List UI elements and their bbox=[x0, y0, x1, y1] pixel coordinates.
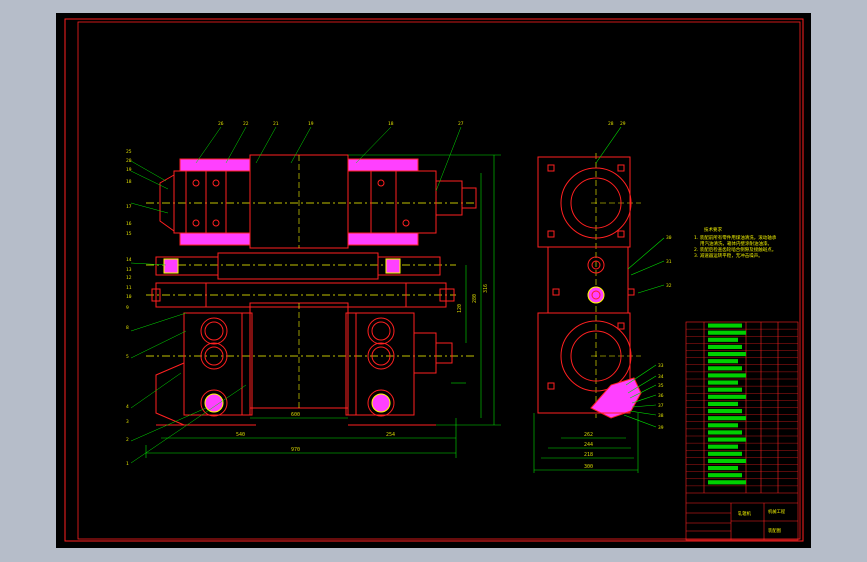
svg-text:1. 装配前所有零件用煤油清洗，滚动轴承: 1. 装配前所有零件用煤油清洗，滚动轴承 bbox=[694, 234, 777, 241]
parts-list-entry bbox=[708, 416, 746, 421]
parts-list-entry bbox=[708, 430, 742, 435]
dim-120: 120 bbox=[457, 304, 463, 313]
parts-list-entry bbox=[708, 437, 746, 442]
parts-list-entry bbox=[708, 480, 746, 485]
svg-text:4: 4 bbox=[126, 404, 129, 410]
dim-300: 300 bbox=[584, 464, 593, 470]
dim-254: 254 bbox=[386, 432, 395, 438]
dim-540: 540 bbox=[236, 432, 245, 438]
svg-text:30: 30 bbox=[666, 235, 672, 241]
title-sheet: 装配图 bbox=[768, 527, 781, 534]
dim-600: 600 bbox=[291, 412, 300, 418]
svg-text:14: 14 bbox=[126, 257, 132, 263]
parts-list-entry bbox=[708, 366, 742, 371]
svg-text:37: 37 bbox=[658, 403, 664, 409]
svg-text:2: 2 bbox=[126, 437, 129, 443]
parts-list-entry bbox=[708, 373, 746, 378]
svg-text:19: 19 bbox=[308, 121, 314, 127]
svg-text:5: 5 bbox=[126, 354, 129, 360]
parts-list-entry bbox=[708, 344, 742, 349]
parts-list-entry bbox=[708, 444, 738, 449]
svg-text:31: 31 bbox=[666, 259, 672, 265]
drawing-viewport[interactable]: 600 540 254 970 316 280 120 26 22 21 19 … bbox=[56, 13, 811, 548]
svg-text:29: 29 bbox=[620, 121, 626, 127]
dim-244: 244 bbox=[584, 442, 593, 448]
svg-text:1: 1 bbox=[126, 461, 129, 467]
svg-text:25: 25 bbox=[126, 149, 132, 155]
parts-list-entry bbox=[708, 394, 746, 399]
parts-list-entry bbox=[708, 423, 738, 428]
parts-list-entry bbox=[708, 337, 738, 342]
svg-text:2. 装配后检查齿轮啮合侧隙及接触斑点。: 2. 装配后检查齿轮啮合侧隙及接触斑点。 bbox=[694, 246, 776, 253]
inner-border bbox=[77, 21, 801, 540]
svg-text:3: 3 bbox=[126, 419, 129, 425]
svg-text:28: 28 bbox=[608, 121, 614, 127]
svg-text:36: 36 bbox=[658, 393, 664, 399]
svg-text:22: 22 bbox=[243, 121, 249, 127]
svg-text:16: 16 bbox=[126, 221, 132, 227]
parts-list-entry bbox=[708, 352, 746, 357]
svg-text:用汽油清洗，箱体内壁涂耐油油漆。: 用汽油清洗，箱体内壁涂耐油油漆。 bbox=[700, 240, 772, 247]
notes-title: 技术要求 bbox=[704, 226, 722, 233]
parts-list-entry bbox=[708, 323, 742, 328]
svg-text:26: 26 bbox=[218, 121, 224, 127]
svg-text:9: 9 bbox=[126, 305, 129, 311]
parts-list-entry bbox=[708, 380, 738, 385]
cad-drawing: 600 540 254 970 316 280 120 26 22 21 19 … bbox=[64, 18, 804, 542]
svg-text:39: 39 bbox=[658, 425, 664, 431]
parts-list-entry bbox=[708, 466, 738, 471]
dim-262: 262 bbox=[584, 432, 593, 438]
svg-text:38: 38 bbox=[658, 413, 664, 419]
svg-text:8: 8 bbox=[126, 325, 129, 331]
svg-text:27: 27 bbox=[458, 121, 464, 127]
svg-text:33: 33 bbox=[658, 363, 664, 369]
dim-218: 218 bbox=[584, 452, 593, 458]
svg-text:32: 32 bbox=[666, 283, 672, 289]
parts-list-entry bbox=[708, 473, 742, 478]
svg-text:3. 减速器运转平稳，无冲击噪声。: 3. 减速器运转平稳，无冲击噪声。 bbox=[694, 252, 763, 259]
svg-text:10: 10 bbox=[126, 294, 132, 300]
svg-text:20: 20 bbox=[126, 158, 132, 164]
svg-text:18: 18 bbox=[126, 179, 132, 185]
svg-text:12: 12 bbox=[126, 275, 132, 281]
parts-list-entry bbox=[708, 359, 738, 364]
svg-text:21: 21 bbox=[273, 121, 279, 127]
front-balloon-numbers-top: 26 22 21 19 18 27 bbox=[218, 121, 464, 127]
parts-list-entry bbox=[708, 451, 742, 456]
dim-970: 970 bbox=[291, 447, 300, 453]
side-view bbox=[537, 153, 642, 419]
title-drawing-name: 轧辊机 bbox=[738, 510, 752, 517]
svg-text:18: 18 bbox=[388, 121, 394, 127]
parts-list-rows bbox=[686, 323, 798, 487]
svg-text:13: 13 bbox=[126, 267, 132, 273]
outer-border bbox=[64, 18, 804, 542]
svg-text:17: 17 bbox=[126, 204, 132, 210]
technical-notes: 技术要求 1. 装配前所有零件用煤油清洗，滚动轴承 用汽油清洗，箱体内壁涂耐油油… bbox=[694, 226, 777, 259]
svg-text:35: 35 bbox=[658, 383, 664, 389]
parts-list-entry bbox=[708, 458, 746, 463]
parts-list-entry bbox=[708, 387, 742, 392]
parts-list-entry bbox=[708, 401, 738, 406]
front-balloon-numbers-left: 25 20 19 18 17 16 15 14 13 12 11 10 9 8 … bbox=[126, 149, 132, 467]
svg-text:19: 19 bbox=[126, 167, 132, 173]
parts-list-entry bbox=[708, 330, 746, 335]
title-school: 机械工程 bbox=[768, 508, 786, 515]
svg-text:15: 15 bbox=[126, 231, 132, 237]
svg-text:34: 34 bbox=[658, 374, 664, 380]
dim-316: 316 bbox=[483, 284, 489, 293]
parts-list-entry bbox=[708, 409, 742, 414]
front-view bbox=[146, 154, 477, 426]
svg-text:11: 11 bbox=[126, 285, 132, 291]
dim-280: 280 bbox=[472, 294, 478, 303]
